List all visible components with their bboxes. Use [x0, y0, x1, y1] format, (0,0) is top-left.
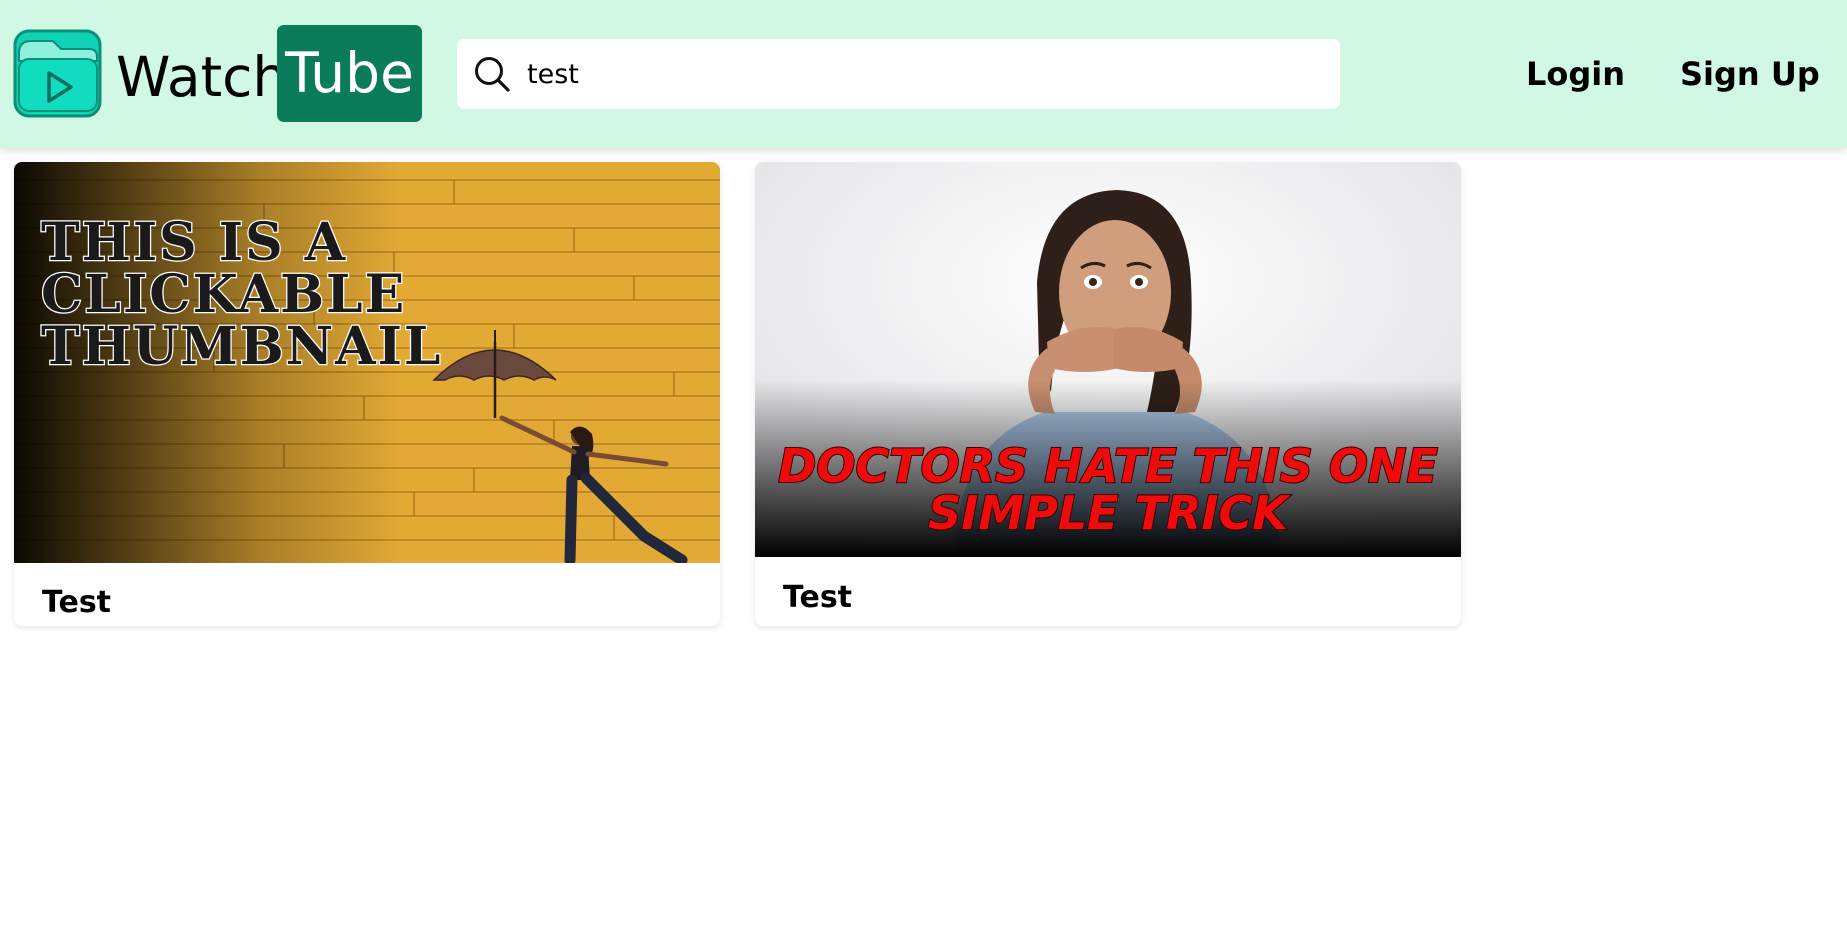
brand-tube-badge: Tube — [277, 25, 422, 122]
thumbnail-line: SIMPLE TRICK — [928, 486, 1291, 540]
thumbnail-line: THUMBNAIL — [41, 316, 442, 377]
search-bar — [457, 39, 1340, 109]
play-folder-icon[interactable] — [13, 29, 102, 118]
brand-watch: Watch — [116, 45, 288, 109]
brand-tube: Tube — [285, 41, 414, 105]
video-thumbnail[interactable]: DOCTORS HATE THIS ONE SIMPLE TRICK — [755, 162, 1461, 557]
video-title[interactable]: Test — [42, 581, 111, 625]
thumbnail-line: DOCTORS HATE THIS ONE — [778, 439, 1438, 493]
video-thumbnail[interactable]: THIS IS A CLICKABLE THUMBNAIL — [14, 162, 720, 563]
video-card[interactable]: DOCTORS HATE THIS ONE SIMPLE TRICK Test — [755, 162, 1461, 626]
search-input[interactable] — [527, 39, 1317, 109]
login-link[interactable]: Login — [1526, 52, 1625, 96]
signup-link[interactable]: Sign Up — [1680, 52, 1820, 96]
search-icon[interactable] — [473, 55, 511, 93]
video-title[interactable]: Test — [783, 576, 852, 620]
video-card[interactable]: THIS IS A CLICKABLE THUMBNAIL Test — [14, 162, 720, 626]
top-header: Watch Tube Login Sign Up — [0, 0, 1847, 148]
